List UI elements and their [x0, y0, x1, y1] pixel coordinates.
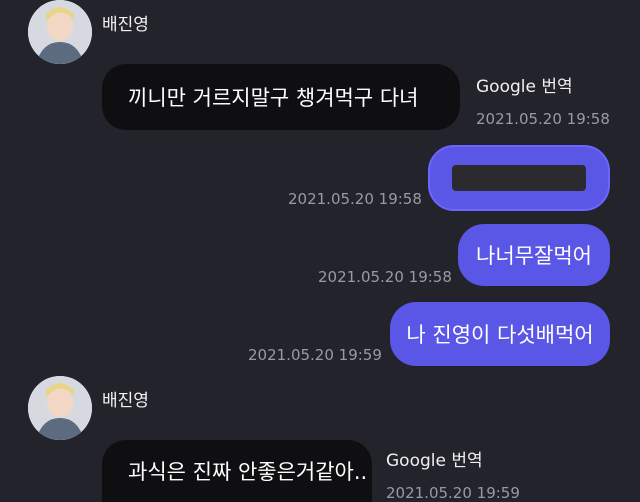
message-timestamp: 2021.05.20 19:59	[386, 484, 520, 502]
message-timestamp: 2021.05.20 19:58	[288, 190, 422, 208]
message-bubble[interactable]: 과식은 진짜 안좋은거같아..	[102, 440, 372, 502]
google-translate-link[interactable]: Google 번역	[386, 446, 483, 471]
sender-name: 배진영	[102, 391, 149, 411]
message-text: 끼니만 거르지말구 챙겨먹구 다녀	[128, 86, 419, 110]
message-bubble[interactable]: 끼니만 거르지말구 챙겨먹구 다녀	[102, 64, 460, 130]
message-text: 나 진영이 다섯배먹어	[406, 323, 594, 347]
redacted-content	[452, 165, 586, 191]
google-translate-link[interactable]: Google 번역	[476, 72, 573, 97]
message-bubble[interactable]: 나너무잘먹어	[458, 224, 610, 286]
message-timestamp: 2021.05.20 19:59	[248, 346, 382, 364]
message-text: 과식은 진짜 안좋은거같아..	[128, 460, 368, 484]
sender-name: 배진영	[102, 15, 149, 35]
message-bubble[interactable]	[428, 145, 610, 211]
profile-photo-icon	[28, 376, 92, 440]
message-bubble[interactable]: 나 진영이 다섯배먹어	[390, 302, 610, 366]
message-timestamp: 2021.05.20 19:58	[476, 110, 610, 128]
avatar[interactable]	[28, 0, 92, 64]
message-timestamp: 2021.05.20 19:58	[318, 268, 452, 286]
avatar[interactable]	[28, 376, 92, 440]
profile-photo-icon	[28, 0, 92, 64]
message-text: 나너무잘먹어	[476, 244, 592, 268]
